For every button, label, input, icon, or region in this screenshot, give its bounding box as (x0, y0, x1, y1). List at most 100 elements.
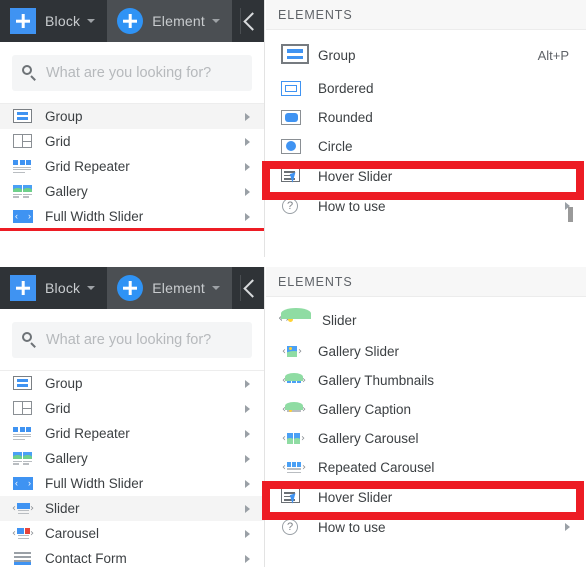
hover-slider-icon (280, 487, 306, 507)
slider-large-icon: ‹ › (278, 308, 312, 333)
menu-item-label: Grid (45, 134, 71, 149)
gallery-slider-icon: ‹ › (280, 342, 306, 362)
plus-square-icon (10, 8, 36, 34)
scrollbar-marker[interactable] (568, 214, 573, 222)
menu-item-contact-form[interactable]: Contact Form (0, 546, 264, 567)
submenu-item-gallery-slider[interactable]: ‹ › Gallery Slider (266, 337, 586, 366)
grid-icon (12, 400, 34, 417)
menu-item-label: Full Width Slider (45, 476, 144, 491)
contact-form-icon (12, 550, 34, 567)
scrollbar-marker[interactable] (568, 207, 573, 215)
submenu-item-bordered[interactable]: Bordered (266, 74, 586, 103)
help-icon: ? (280, 196, 306, 216)
submenu-item-label: Slider (322, 313, 357, 328)
submenu-item-gallery-carousel[interactable]: ‹ › Gallery Carousel (266, 424, 586, 453)
submenu-item-label: Hover Slider (318, 168, 393, 184)
group-icon (12, 375, 34, 392)
collapse-panel-button[interactable] (236, 0, 264, 42)
submenu-item-label: Bordered (318, 81, 374, 96)
help-icon: ? (280, 517, 306, 537)
add-block-button[interactable]: Block (0, 267, 107, 309)
search-bar-top: What are you looking for? (0, 42, 264, 104)
menu-item-group[interactable]: Group (0, 371, 264, 396)
submenu-item-label: Gallery Caption (318, 402, 412, 417)
menu-item-grid[interactable]: Grid (0, 129, 264, 154)
submenu-item-label: Gallery Thumbnails (318, 373, 435, 388)
menu-item-grid-repeater[interactable]: Grid Repeater (0, 154, 264, 179)
submenu-item-label: Circle (318, 139, 353, 154)
chevron-right-icon (245, 379, 250, 388)
menu-item-label: Gallery (45, 184, 88, 199)
submenu-item-gallery-thumbnails[interactable]: ‹ › Gallery Thumbnails (266, 366, 586, 395)
submenu-item-hover-slider[interactable]: Hover Slider (266, 482, 586, 512)
chevron-right-icon (245, 187, 250, 196)
menu-item-carousel[interactable]: ‹ › Carousel (0, 521, 264, 546)
submenu-item-how-to-use[interactable]: ? How to use (266, 512, 586, 542)
submenu-item-label: Gallery Slider (318, 344, 400, 359)
panel-bottom: Block Element What are you looking for? (0, 207, 586, 567)
menu-item-group[interactable]: Group (0, 104, 264, 129)
search-bar-bottom: What are you looking for? (0, 309, 264, 371)
menu-item-label: Grid Repeater (45, 159, 130, 174)
search-icon (22, 65, 37, 80)
group-icon (12, 108, 34, 125)
chevron-right-icon (245, 212, 250, 221)
left-column-bottom: Block Element What are you looking for? (0, 267, 265, 567)
menu-item-full-width-slider[interactable]: ‹ › Full Width Slider (0, 471, 264, 496)
search-input-wrapper[interactable]: What are you looking for? (12, 54, 252, 91)
chevron-down-icon (87, 286, 96, 290)
submenu-item-group[interactable]: Group Alt+P (266, 36, 586, 74)
circle-icon (280, 137, 306, 157)
chevron-right-icon (245, 162, 250, 171)
grid-repeater-icon (12, 158, 34, 175)
menu-item-grid[interactable]: Grid (0, 396, 264, 421)
menu-item-label: Gallery (45, 451, 88, 466)
submenu-item-circle[interactable]: Circle (266, 132, 586, 161)
submenu-header-top: ELEMENTS (266, 0, 586, 30)
chevron-right-icon (245, 429, 250, 438)
chevron-right-icon (245, 504, 250, 513)
submenu-item-hover-slider[interactable]: Hover Slider (266, 161, 586, 191)
chevron-down-icon (87, 19, 96, 23)
menu-item-full-width-slider[interactable]: ‹ › Full Width Slider (0, 204, 264, 229)
submenu-item-repeated-carousel[interactable]: ‹ › Repeated Carousel (266, 453, 586, 482)
search-input[interactable]: What are you looking for? (46, 332, 211, 348)
panel-top: Block Element What are you looking for? (0, 0, 586, 260)
submenu-item-slider[interactable]: ‹ › Slider (266, 304, 586, 337)
search-input-wrapper[interactable]: What are you looking for? (12, 321, 252, 358)
toolbar-bottom: Block Element (0, 267, 264, 309)
menu-item-label: Slider (45, 501, 80, 516)
chevron-right-icon (245, 137, 250, 146)
menu-item-gallery[interactable]: Gallery (0, 179, 264, 204)
menu-item-label: Contact Form (45, 551, 127, 566)
add-element-button[interactable]: Element (107, 267, 232, 309)
full-width-slider-icon: ‹ › (13, 477, 33, 490)
menu-item-label: Group (45, 376, 83, 391)
submenu-item-gallery-caption[interactable]: ‹ › Gallery Caption (266, 395, 586, 424)
chevron-right-icon (245, 554, 250, 563)
menu-item-label: Grid (45, 401, 71, 416)
collapse-panel-button[interactable] (236, 267, 264, 309)
chevron-right-icon (245, 529, 250, 538)
left-column-top: Block Element What are you looking for? (0, 0, 265, 260)
gallery-thumbnails-icon: ‹ › (282, 372, 306, 386)
search-input[interactable]: What are you looking for? (46, 65, 211, 81)
submenu-item-rounded[interactable]: Rounded (266, 103, 586, 132)
submenu-item-how-to-use[interactable]: ? How to use (266, 191, 586, 221)
add-block-button[interactable]: Block (0, 0, 107, 42)
add-element-button[interactable]: Element (107, 0, 232, 42)
chevron-right-icon (245, 479, 250, 488)
menu-item-grid-repeater[interactable]: Grid Repeater (0, 421, 264, 446)
chevron-left-icon (242, 278, 262, 298)
chevron-right-icon (245, 454, 250, 463)
bordered-icon (280, 79, 306, 99)
full-width-slider-icon: ‹ › (13, 210, 33, 223)
element-menu-bottom: Group Grid Grid Repeater Gallery ‹ › Ful… (0, 371, 264, 567)
menu-item-gallery[interactable]: Gallery (0, 446, 264, 471)
menu-item-slider[interactable]: ‹ › Slider (0, 496, 264, 521)
gallery-icon (12, 450, 34, 467)
submenu-header-bottom: ELEMENTS (266, 267, 586, 297)
gallery-icon (12, 183, 34, 200)
submenu-item-label: Hover Slider (318, 489, 393, 505)
menu-item-label: Full Width Slider (45, 209, 144, 224)
